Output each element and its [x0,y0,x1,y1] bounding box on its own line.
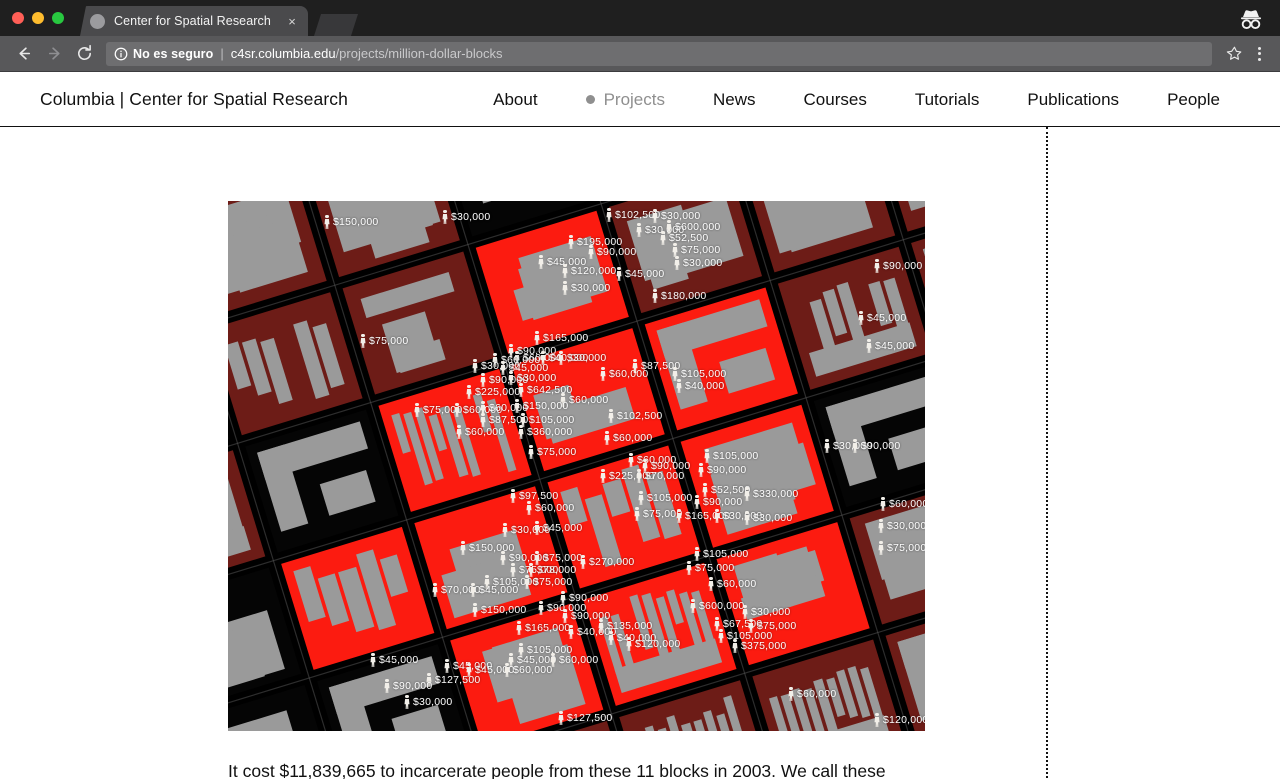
bookmark-star-icon[interactable] [1222,42,1246,66]
browser-toolbar: No es seguro | c4sr.columbia.edu /projec… [0,36,1280,72]
project-content: $150,000 $30,000 $102,500 $30,000 $30,000 $60… [0,126,1280,779]
nav-rule-right [1046,126,1280,127]
nav-item-label: Courses [803,89,867,109]
nav-item-projects[interactable]: Projects [562,90,689,110]
nav-item-publications[interactable]: Publications [1003,90,1143,110]
browser-tab[interactable]: Center for Spatial Research × [80,6,308,36]
window-controls [12,12,64,24]
reload-icon[interactable] [70,40,98,68]
close-tab-icon[interactable]: × [284,15,300,28]
nav-item-label: Publications [1027,89,1120,109]
page-content: Columbia | Center for Spatial Research A… [0,73,1280,779]
omnibox-separator: | [220,46,224,61]
nav-item-label: About [493,89,538,109]
nav-item-label: People [1167,89,1220,109]
million-dollar-blocks-map[interactable]: $150,000 $30,000 $102,500 $30,000 $30,000 $60… [228,201,925,731]
maximize-window-button[interactable] [52,12,64,24]
nav-item-courses[interactable]: Courses [780,90,891,110]
forward-arrow-icon [40,40,68,68]
url-domain: c4sr.columbia.edu [230,46,336,61]
browser-window: Center for Spatial Research × No es segu… [0,0,1280,779]
nav-item-label: Projects [603,89,665,109]
tab-title: Center for Spatial Research [114,14,271,28]
primary-nav: About Projects News Courses Tutorials Pu… [469,90,1244,110]
new-tab-button[interactable] [314,14,358,36]
close-window-button[interactable] [12,12,24,24]
nav-item-label: News [713,89,756,109]
incognito-icon [1238,8,1264,30]
map-canvas [228,201,925,731]
site-brand[interactable]: Columbia | Center for Spatial Research [40,89,348,110]
browser-tab-strip: Center for Spatial Research × [0,0,1280,36]
security-status-text: No es seguro [133,46,214,61]
address-bar[interactable]: No es seguro | c4sr.columbia.edu /projec… [106,41,1212,66]
favicon-icon [90,13,105,29]
url-path: /projects/million-dollar-blocks [335,46,503,61]
site-navigation: Columbia | Center for Spatial Research A… [0,73,1280,127]
three-dot-menu-icon[interactable] [1248,41,1270,67]
nav-item-tutorials[interactable]: Tutorials [891,90,1004,110]
nav-item-label: Tutorials [914,89,980,109]
sidebar-dotted-divider [1046,127,1048,778]
nav-item-people[interactable]: People [1143,90,1244,110]
project-caption: It cost $11,839,665 to incarcerate peopl… [228,761,886,779]
back-arrow-icon[interactable] [10,40,38,68]
minimize-window-button[interactable] [32,12,44,24]
info-circle-icon[interactable] [114,47,128,61]
nav-item-about[interactable]: About [469,90,561,110]
active-dot-icon [585,95,595,104]
nav-item-news[interactable]: News [689,90,780,110]
